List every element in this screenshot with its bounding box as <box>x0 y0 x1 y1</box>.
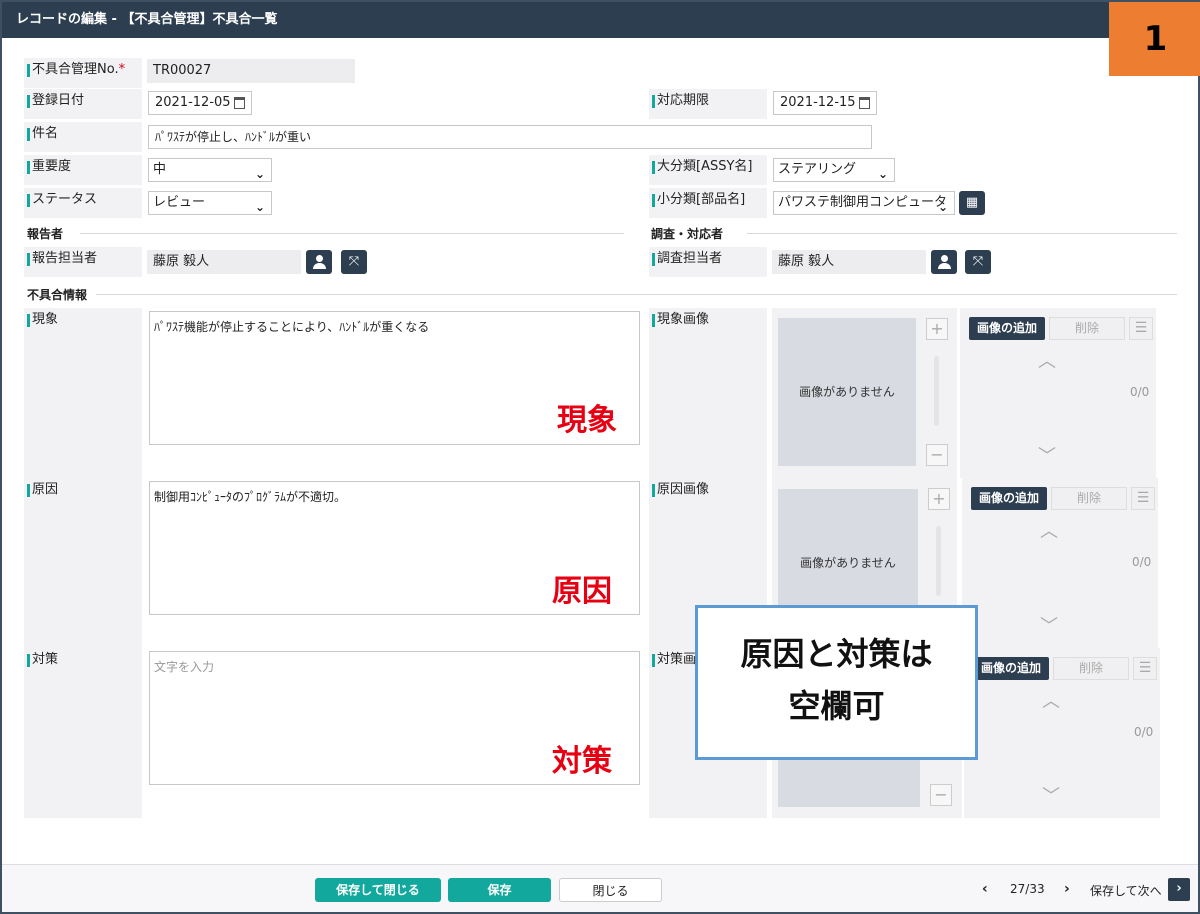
category-select[interactable]: ステアリング ⌄ <box>773 158 895 182</box>
select-user-button[interactable] <box>931 250 957 274</box>
divider <box>80 233 624 234</box>
plus-button[interactable]: + <box>926 318 948 340</box>
measure-label: 対策 <box>24 648 142 678</box>
save-and-close-button[interactable]: 保存して閉じる <box>315 878 441 902</box>
status-label: ステータス <box>24 188 142 218</box>
subcategory-label: 小分類[部品名] <box>649 188 767 218</box>
add-image-button[interactable]: 画像の追加 <box>971 487 1047 510</box>
divider <box>96 294 1177 295</box>
cause-label: 原因 <box>24 478 142 508</box>
next-record-icon[interactable]: › <box>1064 881 1070 897</box>
menu-icon[interactable]: ☰ <box>1129 317 1153 340</box>
chevron-up-icon[interactable]: ︿ <box>1042 687 1060 713</box>
callout-line-1: 原因と対策は <box>740 635 933 673</box>
chevron-down-icon[interactable]: ﹀ <box>1038 442 1056 468</box>
deadline-input[interactable]: 2021-12-15 <box>773 91 877 115</box>
section-reporter: 報告者 <box>27 227 64 241</box>
annotation-callout: 原因と対策は 空欄可 <box>695 605 978 760</box>
phenomenon-image-label: 現象画像 <box>649 308 767 338</box>
image-count: 0/0 <box>1130 385 1150 399</box>
chevron-down-icon[interactable]: ﹀ <box>1042 782 1060 808</box>
cause-overlay-label: 原因 <box>552 574 612 609</box>
chevron-down-icon[interactable]: ﹀ <box>1040 612 1058 638</box>
minus-button[interactable]: − <box>926 444 948 466</box>
clear-icon: ⤧ <box>972 254 984 269</box>
plus-button[interactable]: + <box>928 488 950 510</box>
investigator-label: 調査担当者 <box>649 247 767 277</box>
reg-date-input[interactable]: 2021-12-05 <box>148 91 252 115</box>
no-label: 不具合管理No.* <box>24 58 142 88</box>
chevron-up-icon[interactable]: ︿ <box>1040 517 1058 543</box>
prev-record-icon[interactable]: ‹ <box>982 881 988 897</box>
add-image-button[interactable]: 画像の追加 <box>973 657 1049 680</box>
menu-icon[interactable]: ☰ <box>1133 657 1157 680</box>
save-button[interactable]: 保存 <box>448 878 551 902</box>
phenomenon-label: 現象 <box>24 308 142 338</box>
investigator-value: 藤原 毅人 <box>772 250 926 274</box>
footer-bar: 保存して閉じる 保存 閉じる ‹ 27/33 › 保存して次へ › <box>2 864 1198 912</box>
chevron-down-icon: ⌄ <box>254 200 265 214</box>
chevron-down-icon: ⌄ <box>254 167 265 181</box>
close-button[interactable]: 閉じる <box>559 878 662 902</box>
save-and-next-label[interactable]: 保存して次へ <box>1090 882 1162 899</box>
chevron-down-icon: ⌄ <box>877 167 888 181</box>
severity-label: 重要度 <box>24 155 142 185</box>
image-count: 0/0 <box>1134 725 1154 739</box>
clear-user-button[interactable]: ⤧ <box>341 250 367 274</box>
reporter-label: 報告担当者 <box>24 247 142 277</box>
step-badge: 1 <box>1109 2 1200 76</box>
record-position: 27/33 <box>1010 882 1045 896</box>
delete-image-button[interactable]: 削除 <box>1053 657 1129 680</box>
add-image-button[interactable]: 画像の追加 <box>969 317 1045 340</box>
reporter-value: 藤原 毅人 <box>147 250 301 274</box>
cause-image-label: 原因画像 <box>649 478 767 508</box>
table-search-icon: ▦ <box>965 195 979 210</box>
severity-select[interactable]: 中 ⌄ <box>148 158 272 182</box>
no-value: TR00027 <box>147 59 355 83</box>
chevron-up-icon[interactable]: ︿ <box>1038 347 1056 373</box>
category-label: 大分類[ASSY名] <box>649 155 767 185</box>
minus-button[interactable]: − <box>930 784 952 806</box>
status-select[interactable]: レビュー ⌄ <box>148 191 272 215</box>
menu-icon[interactable]: ☰ <box>1131 487 1155 510</box>
subject-label: 件名 <box>24 122 142 152</box>
measure-overlay-label: 対策 <box>552 744 612 779</box>
subcategory-select[interactable]: パワステ制御用コンピュータ ⌄ <box>773 191 955 215</box>
person-icon <box>316 255 323 262</box>
section-info: 不具合情報 <box>27 288 88 302</box>
image-scrollbar[interactable] <box>934 356 939 426</box>
callout-line-2: 空欄可 <box>788 687 885 725</box>
record-edit-window: レコードの編集 - 【不具合管理】不具合一覧 1 不具合管理No.* TR000… <box>0 0 1200 914</box>
reg-date-label: 登録日付 <box>24 89 142 119</box>
window-title: レコードの編集 - 【不具合管理】不具合一覧 <box>2 2 1198 38</box>
deadline-label: 対応期限 <box>649 89 767 119</box>
image-count: 0/0 <box>1132 555 1152 569</box>
clear-user-button[interactable]: ⤧ <box>965 250 991 274</box>
person-icon <box>941 255 948 262</box>
subject-input[interactable]: ﾊﾟﾜｽﾃが停止し、ﾊﾝﾄﾞﾙが重い <box>148 125 872 149</box>
measure-image-label: 対策画 <box>649 648 699 678</box>
calendar-icon[interactable] <box>859 97 870 109</box>
delete-image-button[interactable]: 削除 <box>1049 317 1125 340</box>
clear-icon: ⤧ <box>348 254 360 269</box>
select-user-button[interactable] <box>306 250 332 274</box>
chevron-down-icon: ⌄ <box>937 200 948 214</box>
phenomenon-overlay-label: 現象 <box>557 403 617 438</box>
image-scrollbar[interactable] <box>936 526 941 596</box>
save-next-arrow-button[interactable]: › <box>1168 878 1190 901</box>
divider <box>747 233 1177 234</box>
calendar-icon[interactable] <box>234 97 245 109</box>
delete-image-button[interactable]: 削除 <box>1051 487 1127 510</box>
lookup-search-button[interactable]: ▦ <box>959 191 985 215</box>
no-image-placeholder: 画像がありません <box>778 318 916 466</box>
section-investigator: 調査・対応者 <box>651 227 724 241</box>
